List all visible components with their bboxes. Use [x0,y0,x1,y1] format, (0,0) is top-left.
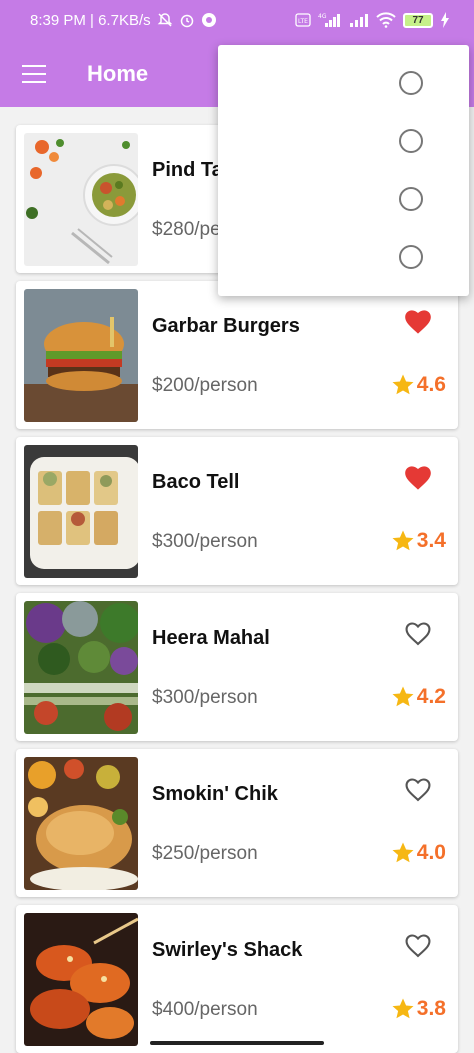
favorite-filled-heart-icon[interactable] [404,309,432,335]
rating-value: 3.4 [416,529,446,552]
restaurant-name: Garbar Burgers [152,315,300,337]
rating-value: 4.0 [416,841,446,864]
favorite-outline-heart-icon[interactable] [404,621,432,647]
rating: 3.8 [391,997,446,1021]
restaurant-image [24,757,138,890]
signal-4g-icon: 4G [318,12,342,28]
restaurant-image [24,601,138,734]
rating: 3.4 [391,529,446,553]
favorite-outline-heart-icon[interactable] [404,933,432,959]
app-settings-icon [201,12,217,28]
battery-icon: 77 [403,12,433,28]
star-icon [392,998,414,1019]
rating-value: 4.6 [416,373,446,396]
restaurant-price: $200/person [152,375,258,396]
restaurant-card[interactable]: Swirley's Shack $400/person 3.8 [16,905,458,1053]
restaurant-price: $300/person [152,531,258,552]
star-icon [392,842,414,863]
restaurant-image [24,445,138,578]
rating-value: 4.2 [416,685,446,708]
menu-icon[interactable] [22,64,46,83]
restaurant-image [24,133,138,266]
restaurant-price: $250/person [152,843,258,864]
favorite-outline-heart-icon[interactable] [404,777,432,803]
volte-icon: LTE [295,13,311,27]
notifications-off-icon [157,12,173,28]
restaurant-name: Baco Tell [152,471,240,493]
rating: 4.0 [391,841,446,865]
restaurant-image [24,913,138,1046]
radio-option[interactable] [399,71,423,95]
charging-icon [440,12,450,28]
rating: 4.6 [391,373,446,397]
signal-icon [349,12,369,28]
page-title: Home [87,60,149,86]
radio-option[interactable] [399,129,423,153]
status-time-speed: 8:39 PM | 6.7KB/s [30,11,151,29]
restaurant-price: $400/person [152,999,258,1020]
radio-option[interactable] [399,187,423,211]
restaurant-card[interactable]: Heera Mahal $300/person 4.2 [16,593,458,741]
wifi-icon [376,12,396,28]
restaurant-image [24,289,138,422]
restaurant-card[interactable]: Smokin' Chik $250/person 4.0 [16,749,458,897]
star-icon [392,686,414,707]
popup-menu [218,45,469,296]
star-icon [392,374,414,395]
alarm-icon [179,12,195,28]
star-icon [392,530,414,551]
restaurant-name: Smokin' Chik [152,783,278,805]
restaurant-name: Heera Mahal [152,627,270,649]
svg-text:LTE: LTE [298,18,308,25]
gesture-nav-bar[interactable] [150,1041,324,1045]
network-type-label: 4G [318,13,327,20]
restaurant-card[interactable]: Garbar Burgers $200/person 4.6 [16,281,458,429]
restaurant-price: $300/person [152,687,258,708]
rating: 4.2 [391,685,446,709]
restaurant-card[interactable]: Baco Tell $300/person 3.4 [16,437,458,585]
status-bar: 8:39 PM | 6.7KB/s LTE 4G 77 [0,0,474,40]
favorite-filled-heart-icon[interactable] [404,465,432,491]
rating-value: 3.8 [416,997,446,1020]
restaurant-name: Swirley's Shack [152,939,303,961]
radio-option[interactable] [399,245,423,269]
